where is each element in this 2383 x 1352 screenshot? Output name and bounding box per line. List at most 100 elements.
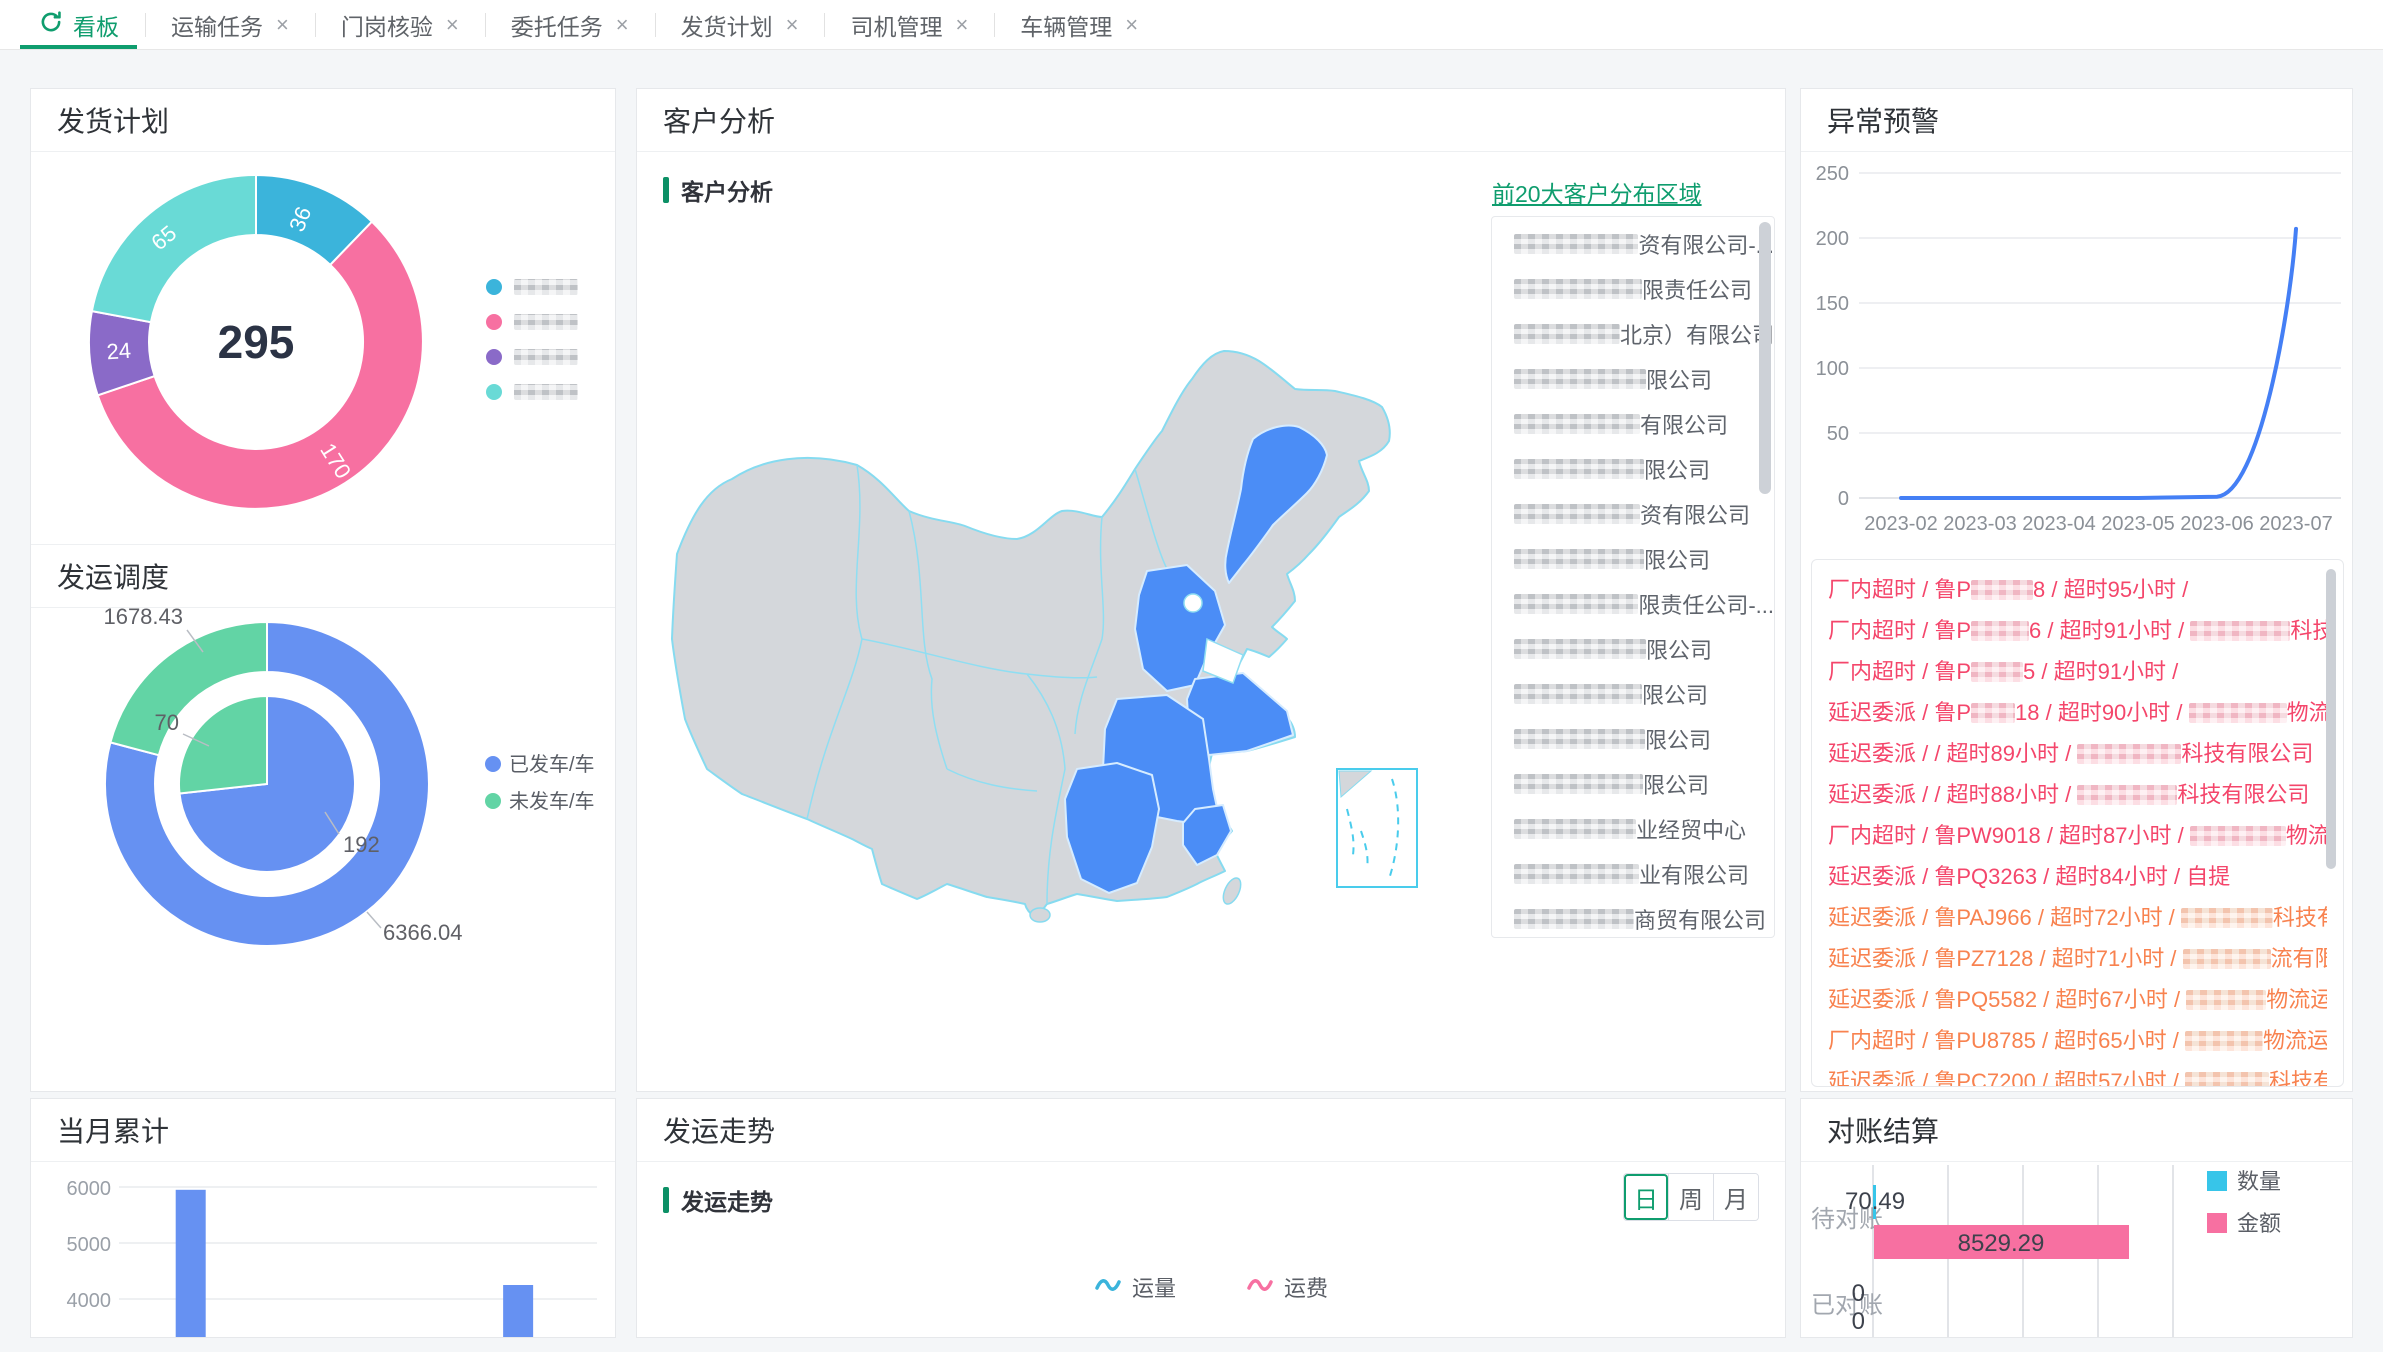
dispatch-donut-chart[interactable]: 1678.43701926366.04已发车/车未发车/车 [31, 606, 616, 1091]
tab-close-icon[interactable]: × [1125, 12, 1138, 38]
company-name-suffix: 限公司 [1644, 453, 1710, 485]
redacted-alert-text [2183, 949, 2271, 969]
alert-item[interactable]: 延迟委派 / / 超时88小时 / 科技有限公司 [1828, 774, 2327, 815]
customer-list-item[interactable]: 业有限公司 [1492, 851, 1774, 896]
alert-item[interactable]: 厂内超时 / 鲁P6 / 超时91小时 / 科技有限公司 [1828, 610, 2327, 651]
company-name-suffix: 限责任公司 [1642, 273, 1752, 305]
redacted-company-prefix [1514, 459, 1644, 479]
redacted-alert-text [2190, 621, 2290, 641]
alert-item[interactable]: 延迟委派 / 鲁PAJ966 / 超时72小时 / 科技有限公司 [1828, 897, 2327, 938]
alert-item[interactable]: 延迟委派 / / 超时89小时 / 科技有限公司 [1828, 733, 2327, 774]
customer-list-item[interactable]: 限公司 [1492, 716, 1774, 761]
alert-item[interactable]: 厂内超时 / 鲁PU8785 / 超时65小时 / 物流运输有限... [1828, 1020, 2327, 1061]
svg-text:未发车/车: 未发车/车 [509, 790, 595, 813]
tab-close-icon[interactable]: × [616, 12, 629, 38]
china-map[interactable] [647, 339, 1467, 924]
tab-close-icon[interactable]: × [446, 12, 459, 38]
tab-item[interactable]: 车辆管理× [994, 0, 1164, 49]
legend-item[interactable] [486, 314, 578, 330]
legend-item[interactable] [486, 279, 578, 295]
customer-list-item[interactable]: 限公司 [1492, 536, 1774, 581]
monthly-bar-chart[interactable]: 600050004000 [31, 1161, 616, 1338]
tab-close-icon[interactable]: × [276, 12, 289, 38]
tab-item[interactable]: 门岗核验 × [315, 0, 485, 49]
redacted-alert-text [2189, 703, 2287, 723]
legend-item[interactable] [486, 349, 578, 365]
customer-list-item[interactable]: 业经贸中心 [1492, 806, 1774, 851]
customer-list-item[interactable]: 限公司 [1492, 761, 1774, 806]
alert-text: 厂内超时 / 鲁P [1828, 577, 1971, 602]
company-name-suffix: 北京）有限公司 [1620, 318, 1774, 350]
svg-text:192: 192 [343, 832, 380, 857]
alert-item[interactable]: 延迟委派 / 鲁PQ5582 / 超时67小时 / 物流运输有限... [1828, 979, 2327, 1020]
section-accent-bar [663, 1187, 669, 1213]
svg-text:150: 150 [1816, 293, 1849, 315]
tab-close-icon[interactable]: × [955, 12, 968, 38]
tab-label: 门岗核验 [341, 8, 433, 42]
alert-item[interactable]: 厂内超时 / 鲁P 8 / 超时95小时 / [1828, 569, 2327, 610]
wave-icon [1094, 1274, 1122, 1300]
customer-list-item[interactable]: 限责任公司-... [1492, 581, 1774, 626]
customer-list-item[interactable]: 资有限公司 [1492, 491, 1774, 536]
svg-text:100: 100 [1816, 358, 1849, 380]
trend-legend-item[interactable]: 运量 [1094, 1271, 1176, 1303]
legend-item[interactable] [486, 384, 578, 400]
alert-item[interactable]: 延迟委派 / 鲁PZ7128 / 超时71小时 / 流有限公司 [1828, 938, 2327, 979]
tab-item[interactable]: 司机管理× [824, 0, 994, 49]
tab-item[interactable]: 看板 [12, 0, 145, 49]
alert-item[interactable]: 延迟委派 / 鲁PC7200 / 超时57小时 / 科技有限公司 [1828, 1061, 2327, 1087]
tab-close-icon[interactable]: × [786, 12, 799, 38]
range-button[interactable]: 月 [1713, 1174, 1758, 1220]
redacted-company-prefix [1514, 639, 1646, 659]
redacted-company-prefix [1514, 504, 1640, 524]
customer-list-item[interactable]: 限公司 [1492, 626, 1774, 671]
svg-text:50: 50 [1827, 423, 1849, 445]
range-button[interactable]: 周 [1668, 1174, 1713, 1220]
customer-list-item[interactable]: 限公司 [1492, 671, 1774, 716]
svg-text:250: 250 [1816, 163, 1849, 185]
redacted-alert-text [2185, 1031, 2263, 1051]
svg-text:8529.29: 8529.29 [1958, 1230, 2045, 1257]
customer-list-item[interactable]: 北京）有限公司 [1492, 311, 1774, 356]
settlement-bar-chart[interactable]: 待对账已对账70.498529.2900数量金额 [1801, 1161, 2353, 1338]
tab-item[interactable]: 委托任务× [485, 0, 655, 49]
customer-list-item[interactable]: 资有限公司-... [1492, 221, 1774, 266]
alert-item[interactable]: 厂内超时 / 鲁PW9018 / 超时87小时 / 物流有限... [1828, 815, 2327, 856]
svg-text:6000: 6000 [67, 1178, 112, 1200]
customer-list-item[interactable]: 有限公司 [1492, 401, 1774, 446]
alert-list-scrollbar[interactable] [2326, 569, 2336, 869]
customer-list-item[interactable]: 限责任公司 [1492, 266, 1774, 311]
customer-list-item[interactable]: 商贸有限公司 [1492, 896, 1774, 938]
alert-item[interactable]: 厂内超时 / 鲁P5 / 超时91小时 / [1828, 651, 2327, 692]
redacted-alert-text [2185, 1072, 2269, 1087]
alert-text: 8 / 超时95小时 / [2033, 577, 2188, 602]
company-name-suffix: 资有限公司-... [1638, 228, 1774, 260]
range-button[interactable]: 日 [1624, 1174, 1668, 1220]
svg-text:已对账: 已对账 [1811, 1292, 1883, 1319]
svg-text:295: 295 [218, 316, 295, 368]
redacted-company-prefix [1514, 279, 1642, 299]
trend-legend-item[interactable]: 运费 [1246, 1271, 1328, 1303]
svg-text:70.49: 70.49 [1845, 1188, 1905, 1215]
svg-text:5000: 5000 [67, 1234, 112, 1256]
tab-item[interactable]: 发货计划× [655, 0, 825, 49]
panel-shipping-plan: 发货计划 361702465295 发运调度 1678.43701926366.… [30, 88, 616, 1092]
redacted-alert-text [2190, 826, 2286, 846]
panel-title-monthly: 当月累计 [31, 1099, 615, 1162]
svg-text:2023-02: 2023-02 [1864, 513, 1937, 535]
alert-item[interactable]: 延迟委派 / 鲁P18 / 超时90小时 / 物流有限... [1828, 692, 2327, 733]
tab-item[interactable]: 运输任务× [145, 0, 315, 49]
customer-list-scrollbar[interactable] [1759, 222, 1771, 494]
redacted-company-prefix [1514, 729, 1645, 749]
refresh-icon[interactable] [38, 9, 64, 41]
customer-list-item[interactable]: 限公司 [1492, 446, 1774, 491]
legend-dot [486, 314, 502, 330]
alert-item[interactable]: 延迟委派 / 鲁PQ3263 / 超时84小时 / 自提 [1828, 856, 2327, 897]
customer-list-item[interactable]: 限公司 [1492, 356, 1774, 401]
company-name-suffix: 限公司 [1643, 768, 1709, 800]
warning-line-chart[interactable]: 2502001501005002023-022023-032023-042023… [1801, 152, 2353, 557]
section-accent-bar [663, 177, 669, 203]
top20-customers-link[interactable]: 前20大客户分布区域 [1492, 175, 1702, 209]
alert-text: 厂内超时 / 鲁P [1828, 618, 1971, 643]
redacted-alert-text [2186, 990, 2266, 1010]
